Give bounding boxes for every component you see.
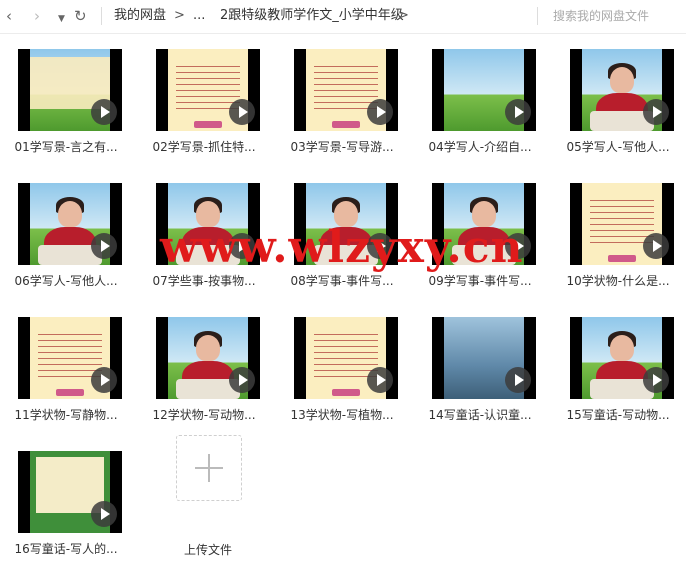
play-icon[interactable] [643, 367, 669, 393]
watermark: www.wlzyxy.cn [160, 222, 524, 273]
caret-down-icon[interactable]: ▼ [58, 9, 65, 29]
file-item[interactable]: 06学写人-写他人... [0, 169, 130, 299]
play-icon[interactable] [91, 367, 117, 393]
file-name[interactable]: 11学状物-写静物... [2, 407, 130, 423]
file-item[interactable]: 05学写人-写他人... [552, 35, 682, 165]
file-item[interactable]: 02学写景-抓住特... [138, 35, 268, 165]
forward-icon[interactable]: › [34, 6, 40, 26]
plus-icon [208, 454, 210, 482]
file-name[interactable]: 16写童话-写人的... [2, 541, 130, 557]
play-icon[interactable] [91, 233, 117, 259]
file-item[interactable]: 13学状物-写植物... [276, 303, 406, 433]
file-name[interactable]: 05学写人-写他人... [554, 139, 682, 155]
upload-button[interactable] [176, 435, 242, 501]
file-name[interactable]: 15写童话-写动物... [554, 407, 682, 423]
file-name[interactable]: 13学状物-写植物... [278, 407, 406, 423]
toolbar: ‹ › ▼ ↻ 我的网盘 > ... 2跟特级教师学作文_小学中年级 > 搜索我… [0, 0, 686, 34]
video-thumbnail[interactable] [294, 49, 398, 131]
play-icon[interactable] [367, 367, 393, 393]
divider [101, 7, 102, 25]
video-thumbnail[interactable] [432, 49, 536, 131]
play-icon[interactable] [505, 367, 531, 393]
video-thumbnail[interactable] [156, 317, 260, 399]
file-name[interactable]: 06学写人-写他人... [2, 273, 130, 289]
file-item[interactable]: 04学写人-介绍自... [414, 35, 544, 165]
play-icon[interactable] [229, 367, 255, 393]
file-item[interactable]: 15写童话-写动物... [552, 303, 682, 433]
file-name[interactable]: 07学些事-按事物... [140, 273, 268, 289]
video-thumbnail[interactable] [18, 317, 122, 399]
upload-label[interactable]: 上传文件 [144, 542, 272, 558]
file-name[interactable]: 01学写景-言之有... [2, 139, 130, 155]
refresh-icon[interactable]: ↻ [74, 6, 87, 26]
video-thumbnail[interactable] [570, 317, 674, 399]
file-item[interactable]: 03学写景-写导游... [276, 35, 406, 165]
file-item[interactable]: 01学写景-言之有... [0, 35, 130, 165]
file-name[interactable]: 03学写景-写导游... [278, 139, 406, 155]
file-name[interactable]: 12学状物-写动物... [140, 407, 268, 423]
divider [537, 7, 538, 25]
file-name[interactable]: 02学写景-抓住特... [140, 139, 268, 155]
video-thumbnail[interactable] [570, 183, 674, 265]
file-name[interactable]: 09学写事-事件写... [416, 273, 544, 289]
file-name[interactable]: 04学写人-介绍自... [416, 139, 544, 155]
play-icon[interactable] [367, 99, 393, 125]
breadcrumb-root[interactable]: 我的网盘 [114, 8, 166, 24]
breadcrumb-current[interactable]: 2跟特级教师学作文_小学中年级 [220, 8, 404, 24]
file-item[interactable]: 10学状物-什么是... [552, 169, 682, 299]
video-thumbnail[interactable] [18, 183, 122, 265]
file-item[interactable]: 11学状物-写静物... [0, 303, 130, 433]
file-name[interactable]: 14写童话-认识童... [416, 407, 544, 423]
file-item[interactable]: 16写童话-写人的... [0, 437, 130, 567]
video-thumbnail[interactable] [18, 451, 122, 533]
file-item[interactable]: 12学状物-写动物... [138, 303, 268, 433]
play-icon[interactable] [229, 99, 255, 125]
file-name[interactable]: 10学状物-什么是... [554, 273, 682, 289]
play-icon[interactable] [643, 233, 669, 259]
breadcrumb-separator: > [398, 8, 409, 23]
video-thumbnail[interactable] [570, 49, 674, 131]
video-thumbnail[interactable] [294, 317, 398, 399]
back-icon[interactable]: ‹ [6, 6, 12, 26]
video-thumbnail[interactable] [156, 49, 260, 131]
play-icon[interactable] [91, 99, 117, 125]
file-item[interactable]: 14写童话-认识童... [414, 303, 544, 433]
play-icon[interactable] [505, 99, 531, 125]
search-input[interactable]: 搜索我的网盘文件 [553, 8, 649, 24]
breadcrumb-separator: > [174, 8, 185, 23]
play-icon[interactable] [91, 501, 117, 527]
video-thumbnail[interactable] [432, 317, 536, 399]
breadcrumb-ellipsis[interactable]: ... [193, 8, 205, 24]
play-icon[interactable] [643, 99, 669, 125]
video-thumbnail[interactable] [18, 49, 122, 131]
file-name[interactable]: 08学写事-事件写... [278, 273, 406, 289]
